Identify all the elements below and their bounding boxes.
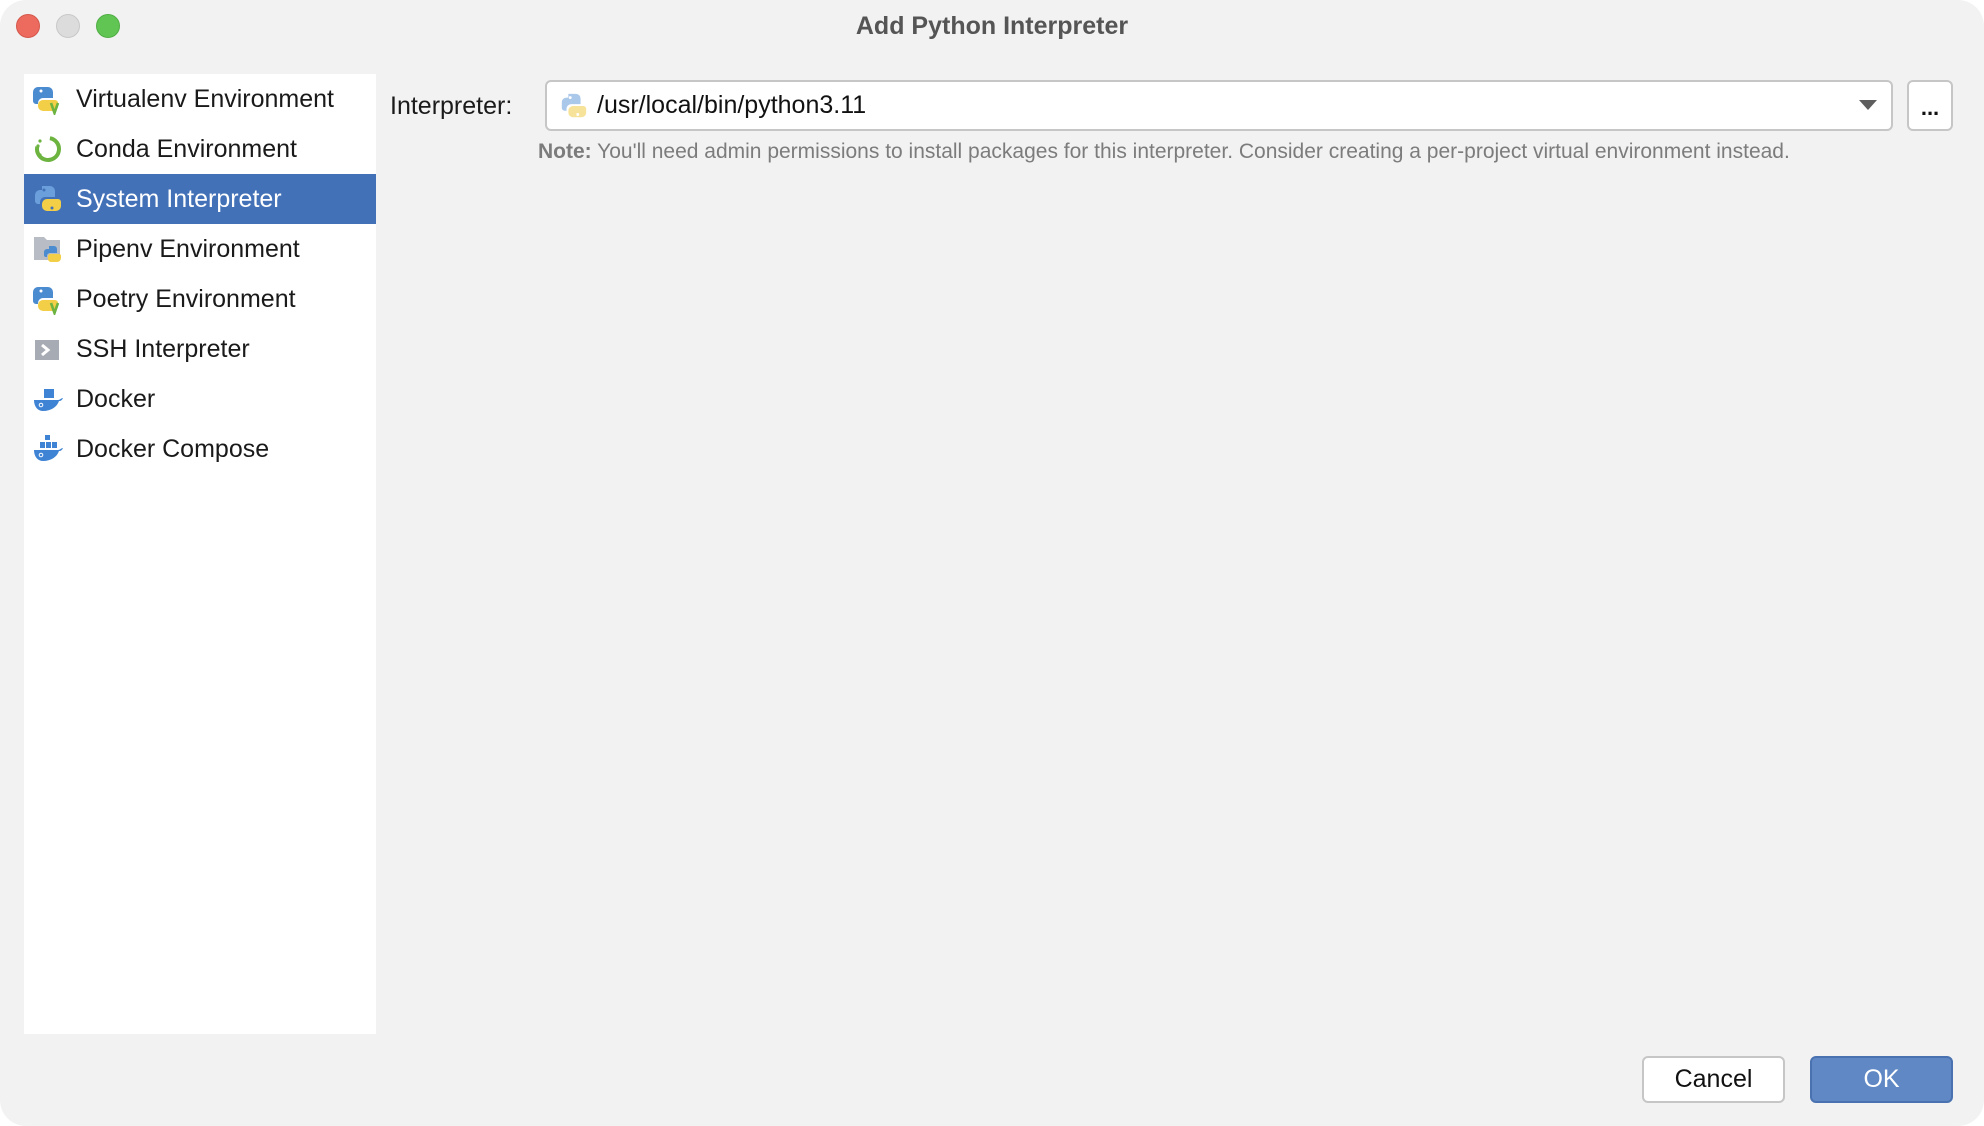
note-prefix: Note:: [538, 140, 592, 163]
poetry-icon: [32, 283, 64, 315]
interpreter-dropdown[interactable]: /usr/local/bin/python3.11: [545, 80, 1893, 131]
sidebar-item-docker[interactable]: Docker: [24, 374, 376, 424]
sidebar-item-label: Docker: [76, 384, 156, 413]
dialog-title: Add Python Interpreter: [855, 12, 1129, 40]
sidebar-item-conda[interactable]: Conda Environment: [24, 124, 376, 174]
docker-icon: [32, 383, 64, 415]
sidebar-item-label: Virtualenv Environment: [76, 84, 335, 113]
pipenv-icon: [32, 233, 64, 265]
ok-button[interactable]: OK: [1810, 1056, 1953, 1103]
sidebar-item-system-interpreter[interactable]: System Interpreter: [24, 174, 376, 224]
sidebar-item-poetry[interactable]: Poetry Environment: [24, 274, 376, 324]
sidebar-item-virtualenv[interactable]: Virtualenv Environment: [24, 74, 376, 124]
docker-compose-icon: [32, 433, 64, 465]
sidebar-item-label: Pipenv Environment: [76, 234, 300, 263]
add-python-interpreter-dialog: Add Python Interpreter Virtualenv Enviro…: [0, 0, 1984, 1126]
cancel-button[interactable]: Cancel: [1642, 1056, 1785, 1103]
sidebar-item-pipenv[interactable]: Pipenv Environment: [24, 224, 376, 274]
browse-interpreter-button[interactable]: ...: [1907, 80, 1953, 131]
interpreter-label: Interpreter:: [390, 92, 513, 120]
chevron-down-icon[interactable]: [1859, 100, 1877, 110]
sidebar-item-docker-compose[interactable]: Docker Compose: [24, 424, 376, 474]
sidebar-item-label: Docker Compose: [76, 434, 270, 463]
ssh-terminal-icon: [32, 333, 64, 365]
virtualenv-icon: [32, 83, 64, 115]
interpreter-type-list: Virtualenv Environment Conda Environment: [24, 74, 376, 1034]
python-icon: [32, 183, 64, 215]
interpreter-path-value: /usr/local/bin/python3.11: [597, 91, 867, 119]
sidebar-item-label: Conda Environment: [76, 134, 297, 163]
conda-icon: [32, 133, 64, 165]
admin-permissions-note: Note: You'll need admin permissions to i…: [538, 138, 1790, 166]
sidebar-item-label: SSH Interpreter: [76, 334, 250, 363]
sidebar-item-label: System Interpreter: [76, 184, 282, 213]
python-icon: [559, 91, 589, 121]
sidebar-item-label: Poetry Environment: [76, 284, 296, 313]
note-text: You'll need admin permissions to install…: [591, 140, 1790, 163]
sidebar-item-ssh[interactable]: SSH Interpreter: [24, 324, 376, 374]
